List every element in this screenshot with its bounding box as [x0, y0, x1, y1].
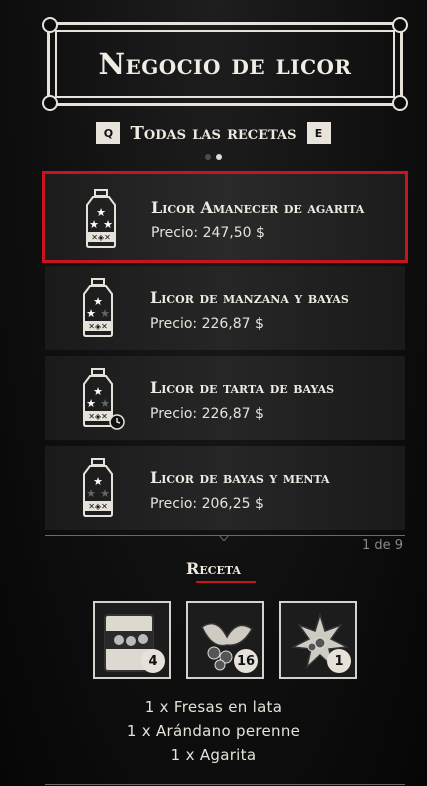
recipe-list-item[interactable]: ✕◈✕ ★ ★ ★ Licor de tarta de bayas Precio…: [45, 356, 405, 440]
ingredient-count: 4: [141, 649, 165, 673]
category-filter: Q Todas las recetas E: [0, 120, 427, 146]
item-name: Licor de manzana y bayas: [150, 288, 349, 307]
svg-text:★: ★: [100, 307, 110, 320]
prev-category-key[interactable]: Q: [96, 122, 121, 144]
title-frame: Negocio de licor: [42, 17, 408, 111]
item-price: Precio: 247,50 $: [151, 225, 265, 241]
svg-text:✕◈✕: ✕◈✕: [91, 233, 111, 242]
svg-text:★: ★: [86, 397, 96, 410]
moonshine-jar-icon: ✕◈✕ ★ ★ ★: [83, 458, 113, 517]
next-category-key[interactable]: E: [306, 122, 331, 144]
recipe-heading-underline: [196, 581, 256, 583]
item-name: Licor Amanecer de agarita: [151, 198, 365, 217]
item-price: Precio: 226,87 $: [150, 316, 264, 332]
category-label: Todas las recetas: [130, 122, 297, 144]
svg-text:★: ★: [86, 307, 96, 320]
svg-text:✕◈✕: ✕◈✕: [88, 322, 108, 331]
svg-text:✕◈✕: ✕◈✕: [88, 412, 108, 421]
scroll-down-indicator-icon: [219, 535, 229, 541]
page-count: 1 de 9: [361, 538, 403, 553]
ingredient-slot[interactable]: 16: [186, 601, 264, 679]
item-price: Precio: 226,87 $: [150, 406, 264, 422]
item-price: Precio: 206,25 $: [150, 496, 264, 512]
ingredient-count: 16: [234, 649, 258, 673]
requirement-line: 1 x Agarita: [170, 746, 257, 764]
moonshine-jar-icon: ✕◈✕ ★ ★ ★: [83, 278, 113, 337]
moonshine-jar-icon: ✕◈✕ ★ ★ ★: [86, 189, 116, 248]
ingredient-slot[interactable]: 4: [93, 601, 171, 679]
page-title: Negocio de licor: [98, 47, 352, 81]
svg-text:★: ★: [100, 397, 110, 410]
recipe-heading: Receta: [186, 559, 241, 578]
svg-text:★: ★: [89, 218, 99, 231]
pager-dot: [205, 154, 211, 160]
svg-text:★: ★: [103, 218, 113, 231]
bottom-divider: [45, 784, 405, 785]
ingredient-slot[interactable]: 1: [279, 601, 357, 679]
item-name: Licor de tarta de bayas: [150, 378, 335, 397]
requirement-line: 1 x Arándano perenne: [126, 722, 301, 740]
moonshine-jar-icon: ✕◈✕ ★ ★ ★: [83, 368, 125, 430]
recipe-list-item[interactable]: ✕◈✕ ★ ★ ★ Licor de manzana y bayas Preci…: [45, 266, 405, 350]
ingredient-count: 1: [327, 649, 351, 673]
item-name: Licor de bayas y menta: [150, 468, 330, 487]
recipe-list-item[interactable]: ✕◈✕ ★ ★ ★ Licor Amanecer de agarita Prec…: [42, 171, 408, 263]
svg-text:★: ★: [100, 487, 110, 500]
pager-dots: [0, 154, 427, 160]
recipe-list-item[interactable]: ✕◈✕ ★ ★ ★ Licor de bayas y menta Precio:…: [45, 446, 405, 530]
svg-text:★: ★: [86, 487, 96, 500]
requirement-line: 1 x Fresas en lata: [144, 698, 283, 716]
svg-text:✕◈✕: ✕◈✕: [88, 502, 108, 511]
pager-dot-active: [216, 154, 222, 160]
